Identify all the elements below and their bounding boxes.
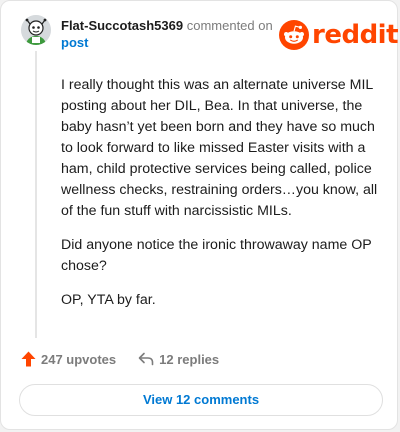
reddit-wordmark: reddit — [312, 20, 399, 50]
upvote-button[interactable]: 247 upvotes — [21, 351, 116, 367]
comment-paragraph: OP, YTA by far. — [61, 292, 156, 308]
reddit-logo[interactable]: reddit — [279, 20, 399, 50]
post-link[interactable]: post — [61, 34, 281, 51]
username-link[interactable]: Flat-Succotash5369 — [61, 18, 183, 33]
comment-meta: Flat-Succotash5369 commented on post — [61, 17, 281, 51]
thread-line — [35, 51, 37, 338]
snoo-icon — [279, 20, 309, 50]
avatar-icon — [21, 15, 51, 45]
user-avatar[interactable] — [21, 15, 51, 45]
reply-icon — [138, 352, 154, 366]
comment-paragraph: Did anyone notice the ironic throwaway n… — [61, 237, 372, 274]
comment-paragraph: I really thought this was an alternate u… — [61, 77, 378, 219]
comment-body: I really thought this was an alternate u… — [61, 75, 379, 324]
view-comments-button[interactable]: View 12 comments — [19, 384, 383, 416]
commented-on-text: commented on — [183, 18, 273, 33]
upvote-count: 247 upvotes — [41, 351, 117, 367]
reply-count: 12 replies — [159, 351, 220, 367]
comment-card: Flat-Succotash5369 commented on post red… — [0, 0, 399, 430]
upvote-arrow-icon — [21, 351, 36, 367]
comment-actions: 247 upvotes 12 replies — [21, 349, 219, 369]
reply-button[interactable]: 12 replies — [138, 352, 219, 367]
